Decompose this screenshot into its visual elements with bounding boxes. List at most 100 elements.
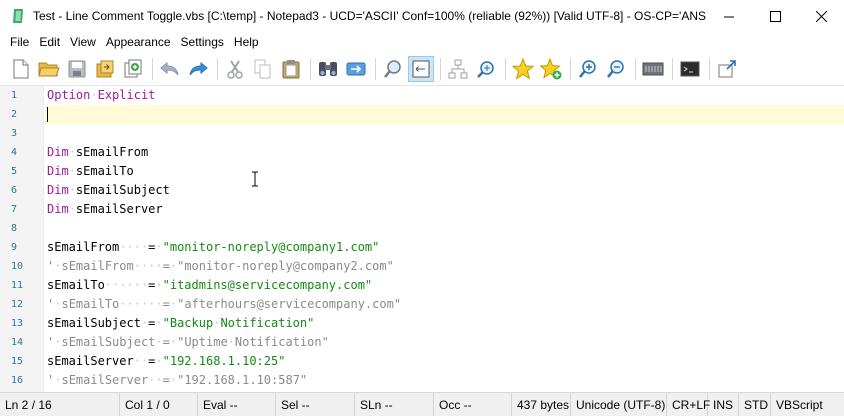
code-line[interactable]: '·sEmailFrom····=·"monitor-noreply@compa… bbox=[47, 257, 844, 276]
find-button[interactable] bbox=[315, 56, 341, 82]
save-button[interactable] bbox=[64, 56, 90, 82]
fold-icon bbox=[448, 59, 468, 78]
status-encoding[interactable]: Unicode (UTF-8) bbox=[571, 392, 667, 416]
code-line[interactable] bbox=[47, 219, 844, 238]
identifier-token: sEmailTo bbox=[47, 278, 105, 292]
status-line-ending[interactable]: CR+LF bbox=[667, 392, 710, 416]
comment-token: = bbox=[162, 373, 170, 387]
fold-button[interactable] bbox=[445, 56, 471, 82]
status-bar: Ln 2 / 16 Col 1 / 0 Eval -- Sel -- SLn -… bbox=[0, 392, 844, 416]
paste-button[interactable] bbox=[278, 56, 304, 82]
status-column[interactable]: Col 1 / 0 bbox=[120, 392, 198, 416]
code-line[interactable]: '·sEmailSubject·=·"Uptime·Notification" bbox=[47, 333, 844, 352]
menu-file[interactable]: File bbox=[0, 32, 34, 52]
comment-token: = bbox=[162, 335, 170, 349]
pin-icon bbox=[718, 59, 736, 77]
code-line[interactable]: Dim·sEmailFrom bbox=[47, 143, 844, 162]
status-eval[interactable]: Eval -- bbox=[198, 392, 276, 416]
line-number: 14 bbox=[11, 337, 24, 348]
line-number: 2 bbox=[11, 109, 18, 120]
whitespace-marker: · bbox=[155, 354, 163, 368]
terminal-button[interactable] bbox=[677, 56, 703, 82]
zoom-out-button[interactable] bbox=[603, 56, 629, 82]
pin-button[interactable] bbox=[714, 56, 740, 82]
whitespace-marker: · bbox=[169, 373, 178, 387]
find-in-files-button[interactable] bbox=[380, 56, 406, 82]
undo-icon bbox=[160, 61, 179, 75]
code-line[interactable]: '·sEmailTo······=·"afterhours@servicecom… bbox=[47, 295, 844, 314]
close-button[interactable] bbox=[798, 0, 844, 32]
zoom-in-button[interactable] bbox=[575, 56, 601, 82]
status-selected-lines[interactable]: SLn -- bbox=[355, 392, 434, 416]
line-number: 13 bbox=[11, 318, 24, 329]
menu-appearance[interactable]: Appearance bbox=[101, 32, 176, 52]
replace-icon bbox=[346, 62, 366, 75]
code-line[interactable]: sEmailTo······=·"itadmins@servicecompany… bbox=[47, 276, 844, 295]
whitespace-marker: · bbox=[68, 164, 76, 178]
menu-edit[interactable]: Edit bbox=[34, 32, 65, 52]
code-line[interactable]: Dim·sEmailTo bbox=[47, 162, 844, 181]
menu-help[interactable]: Help bbox=[229, 32, 264, 52]
menu-view[interactable]: View bbox=[65, 32, 101, 52]
replace-button[interactable] bbox=[343, 56, 369, 82]
code-line[interactable] bbox=[47, 124, 844, 143]
status-line[interactable]: Ln 2 / 16 bbox=[0, 392, 120, 416]
line-number: 1 bbox=[11, 90, 18, 101]
whitespace-marker: · bbox=[155, 240, 163, 254]
string-token: "Backup bbox=[162, 316, 214, 330]
whitespace-marker: · bbox=[68, 202, 76, 216]
code-line[interactable]: Dim·sEmailServer bbox=[47, 200, 844, 219]
status-occurrences[interactable]: Occ -- bbox=[434, 392, 512, 416]
menu-bar: File Edit View Appearance Settings Help bbox=[0, 32, 844, 52]
status-selection[interactable]: Sel -- bbox=[276, 392, 355, 416]
keyword-token: Dim bbox=[47, 145, 69, 159]
whitespace-marker: · bbox=[169, 259, 178, 273]
undo-button[interactable] bbox=[157, 56, 183, 82]
comment-token: "Uptime bbox=[177, 335, 228, 349]
code-line[interactable]: sEmailServer··=·"192.168.1.10:25" bbox=[47, 352, 844, 371]
add-bookmark-button[interactable] bbox=[538, 56, 564, 82]
close-icon bbox=[815, 10, 827, 22]
save-icon bbox=[68, 60, 86, 77]
status-lexer[interactable]: VBScript bbox=[771, 393, 844, 416]
status-insert-mode[interactable]: INS bbox=[708, 392, 739, 416]
menu-settings[interactable]: Settings bbox=[176, 32, 229, 52]
whitespace-marker: · bbox=[227, 335, 235, 349]
add-bookmark-icon bbox=[540, 57, 562, 79]
code-line[interactable]: sEmailSubject·=·"Backup·Notification" bbox=[47, 314, 844, 333]
bookmark-button[interactable] bbox=[510, 56, 536, 82]
maximize-button[interactable] bbox=[752, 0, 798, 32]
new-file-button[interactable] bbox=[8, 56, 34, 82]
code-line[interactable]: '·sEmailServer··=·"192.168.1.10:587" bbox=[47, 371, 844, 390]
cut-button[interactable] bbox=[222, 56, 248, 82]
identifier-token: sEmailFrom bbox=[75, 145, 149, 159]
code-line[interactable] bbox=[47, 105, 844, 124]
toolbar-separator bbox=[570, 57, 571, 80]
code-line[interactable]: sEmailFrom····=·"monitor-noreply@company… bbox=[47, 238, 844, 257]
goto-button[interactable] bbox=[473, 56, 499, 82]
open-button[interactable] bbox=[36, 56, 62, 82]
save-copy-icon bbox=[124, 59, 142, 77]
identifier-token: sEmailServer bbox=[47, 354, 134, 368]
line-number: 10 bbox=[11, 261, 24, 272]
comment-token: "192.168.1.10:587" bbox=[177, 373, 308, 387]
save-copy-button[interactable] bbox=[120, 56, 146, 82]
status-std[interactable]: STD bbox=[739, 392, 771, 416]
code-line[interactable]: Option·Explicit bbox=[47, 86, 844, 105]
customize-button[interactable] bbox=[640, 56, 666, 82]
line-number-gutter: 1 2 3 4 5 6 7 8 9 10 11 12 13 14 15 16 bbox=[0, 86, 44, 392]
minimize-button[interactable] bbox=[706, 0, 752, 32]
status-file-size[interactable]: 437 bytes bbox=[512, 392, 571, 416]
code-line[interactable]: Dim·sEmailSubject bbox=[47, 181, 844, 200]
browse-button[interactable] bbox=[92, 56, 118, 82]
line-number: 8 bbox=[11, 223, 18, 234]
copy-button[interactable] bbox=[250, 56, 276, 82]
redo-button[interactable] bbox=[185, 56, 211, 82]
whitespace-marker: ······ bbox=[119, 297, 163, 311]
paste-icon bbox=[282, 59, 300, 78]
word-wrap-button[interactable] bbox=[408, 55, 434, 82]
editor-area[interactable]: 1 2 3 4 5 6 7 8 9 10 11 12 13 14 15 16 Option·Explicit D… bbox=[0, 86, 844, 392]
whitespace-marker: ······ bbox=[104, 278, 149, 292]
comment-token: Notification" bbox=[234, 335, 329, 349]
whitespace-marker: · bbox=[155, 335, 163, 349]
